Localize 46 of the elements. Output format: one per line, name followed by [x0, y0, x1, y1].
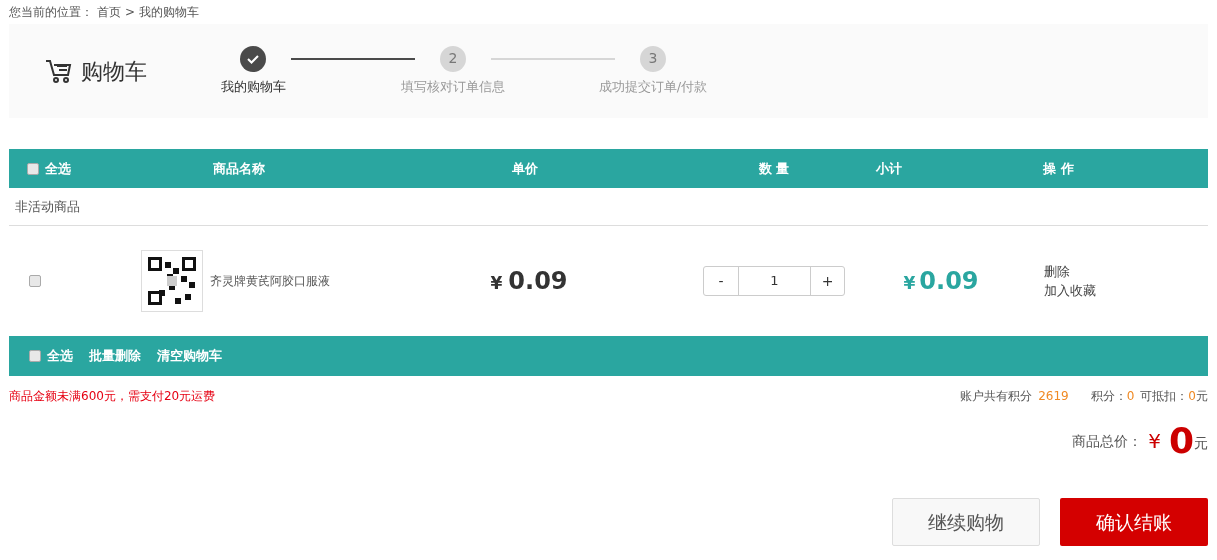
step-marker: 2 [440, 45, 466, 72]
cart-title: 购物车 [81, 57, 147, 86]
column-header: 数 量 [757, 159, 791, 178]
points-value: 2619 [1038, 388, 1069, 405]
item-action-link[interactable]: 删除 [1044, 262, 1070, 281]
column-header: 小计 [874, 159, 903, 178]
deduct-value: 0 [1188, 388, 1196, 405]
product-thumbnail[interactable] [141, 250, 203, 312]
total-label: 商品总价： [1072, 431, 1143, 451]
points-used-value: 0 [1126, 388, 1135, 405]
breadcrumb-separator: > [125, 4, 136, 21]
currency-symbol: ¥ [1148, 428, 1161, 455]
checkbox[interactable] [27, 162, 39, 175]
step-marker: 3 [640, 45, 666, 72]
decrease-button[interactable]: - [704, 267, 739, 295]
product-name[interactable]: 齐灵牌黄芪阿胶口服液 [210, 272, 330, 290]
increase-button[interactable]: + [810, 267, 844, 295]
continue-shopping-button[interactable]: 继续购物 [892, 498, 1040, 546]
item-action-link[interactable]: 加入收藏 [1044, 281, 1096, 300]
subtotal-price: 0.09 [919, 266, 979, 297]
unit-price: 0.09 [508, 266, 568, 297]
step-label: 填写核对订单信息 [401, 77, 505, 96]
checkbox[interactable] [29, 275, 41, 287]
checkbox[interactable] [29, 350, 41, 362]
column-header: 操 作 [1042, 159, 1075, 178]
breadcrumb-link[interactable]: 首页 [97, 3, 121, 21]
breadcrumb-link[interactable]: 我的购物车 [139, 3, 200, 21]
quantity-stepper[interactable]: - 1 + [703, 266, 845, 296]
column-header: 商品名称 [212, 159, 267, 178]
total-unit: 元 [1194, 434, 1208, 453]
points-label: 账户共有积分 [960, 388, 1033, 405]
breadcrumb-label: 您当前的位置： [9, 4, 93, 21]
currency-symbol: ¥ [490, 272, 503, 295]
points-used-label: 积分： [1090, 388, 1127, 405]
currency-symbol: ¥ [903, 272, 916, 295]
group-label: 非活动商品 [14, 197, 80, 216]
cart-icon [45, 58, 73, 84]
checkout-button[interactable]: 确认结账 [1060, 498, 1208, 546]
step-label: 成功提交订单/付款 [598, 77, 708, 96]
total-amount: 0 [1168, 423, 1194, 459]
step-label: 我的购物车 [220, 77, 286, 96]
column-header: 单价 [510, 159, 539, 178]
quantity-field[interactable]: 1 [739, 267, 810, 295]
deduct-label: 可抵扣： [1140, 388, 1189, 405]
deduct-unit: 元 [1196, 388, 1208, 405]
shipping-notice: 商品金额未满600元，需支付20元运费 [9, 388, 216, 405]
